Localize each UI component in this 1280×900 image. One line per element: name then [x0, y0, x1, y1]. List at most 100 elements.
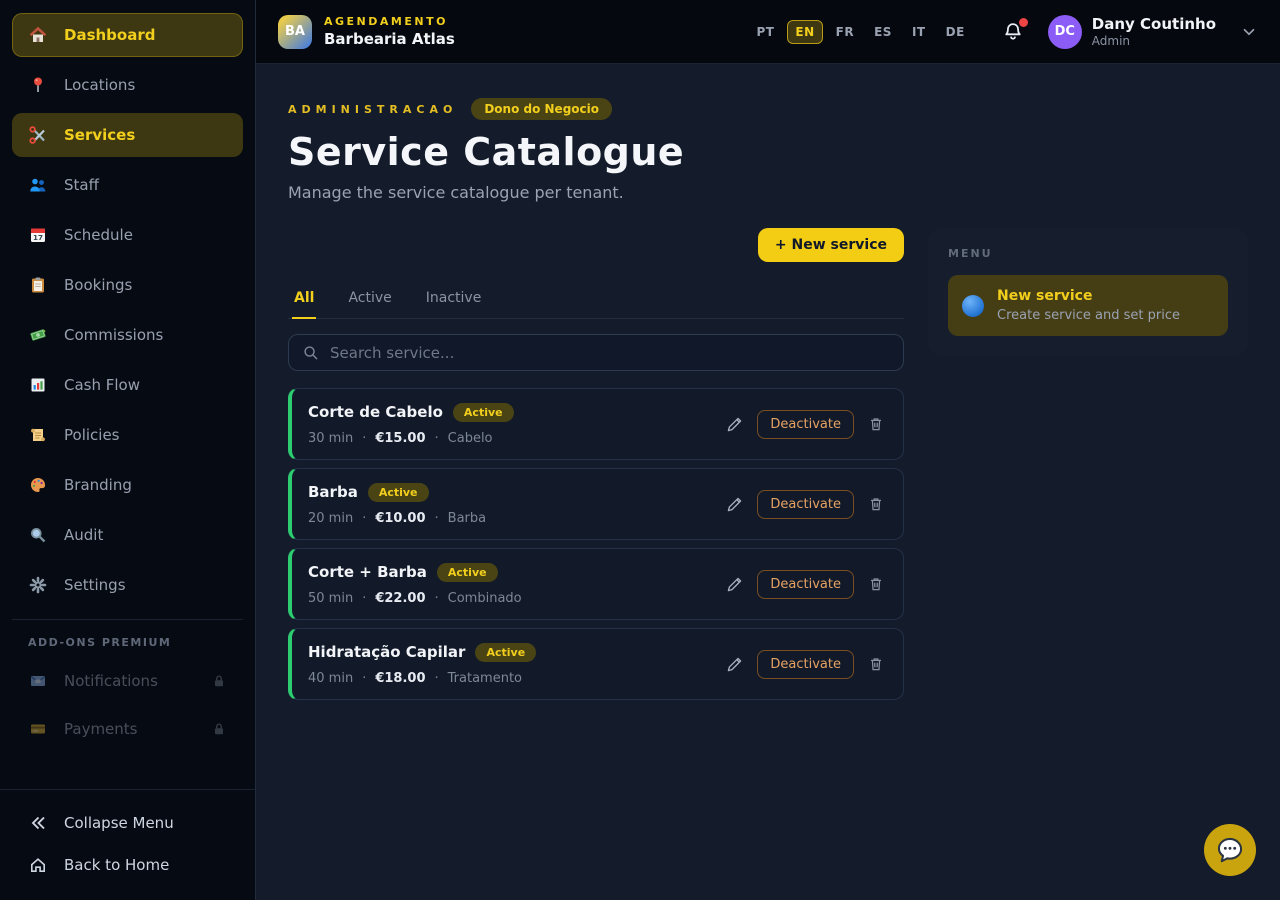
delete-button[interactable]: [865, 493, 887, 515]
delete-button[interactable]: [865, 653, 887, 675]
chat-bubble-icon: [1213, 833, 1247, 867]
search-bar: [288, 334, 904, 371]
search-icon: [302, 344, 320, 362]
email-icon: [28, 671, 48, 691]
pencil-icon: [725, 655, 744, 674]
toolbar: + New service: [288, 228, 904, 262]
gear-icon: [28, 575, 48, 595]
blue-dot-icon: [962, 295, 984, 317]
calendar-icon: 17: [28, 225, 48, 245]
avatar: DC: [1048, 15, 1082, 49]
sidebar-footer: Collapse Menu Back to Home: [0, 789, 255, 900]
lang-pt-button[interactable]: PT: [749, 20, 781, 44]
delete-button[interactable]: [865, 413, 887, 435]
lock-icon: [211, 721, 227, 737]
status-badge: Active: [368, 483, 429, 502]
deactivate-button[interactable]: Deactivate: [757, 410, 854, 439]
sidebar-item-services[interactable]: Services: [12, 113, 243, 157]
menu-new-service-item[interactable]: New service Create service and set price: [948, 275, 1228, 336]
sidebar-item-notifications[interactable]: Notifications: [12, 659, 243, 703]
service-category: Tratamento: [448, 671, 522, 686]
back-to-home-button[interactable]: Back to Home: [12, 844, 243, 886]
status-badge: Active: [437, 563, 498, 582]
lang-es-button[interactable]: ES: [867, 20, 899, 44]
owner-badge: Dono do Negocio: [471, 98, 612, 120]
service-category: Cabelo: [448, 431, 493, 446]
sidebar-item-label: Settings: [64, 576, 126, 594]
brand-logo: BA: [278, 15, 312, 49]
trash-icon: [867, 495, 885, 513]
lang-fr-button[interactable]: FR: [829, 20, 861, 44]
tab-active[interactable]: Active: [346, 281, 393, 318]
pencil-icon: [725, 575, 744, 594]
sidebar-item-label: Branding: [64, 476, 132, 494]
sidebar-item-locations[interactable]: Locations: [12, 63, 243, 107]
trash-icon: [867, 575, 885, 593]
pencil-icon: [725, 415, 744, 434]
edit-button[interactable]: [723, 413, 746, 436]
service-card: Corte de Cabelo Active 30 min · €15.00 ·…: [288, 388, 904, 460]
sidebar-item-audit[interactable]: Audit: [12, 513, 243, 557]
notifications-bell-button[interactable]: [1002, 21, 1024, 43]
service-price: €15.00: [375, 431, 425, 446]
new-service-button[interactable]: + New service: [758, 228, 904, 262]
status-tabs: All Active Inactive: [288, 281, 904, 319]
sidebar-item-bookings[interactable]: Bookings: [12, 263, 243, 307]
sidebar-item-dashboard[interactable]: Dashboard: [12, 13, 243, 57]
tenant-name: Barbearia Atlas: [324, 30, 455, 48]
user-menu[interactable]: DC Dany Coutinho Admin: [1048, 15, 1258, 49]
service-category: Barba: [448, 511, 486, 526]
service-duration: 30 min: [308, 431, 353, 446]
sidebar-item-cashflow[interactable]: Cash Flow: [12, 363, 243, 407]
sidebar-item-staff[interactable]: Staff: [12, 163, 243, 207]
deactivate-button[interactable]: Deactivate: [757, 570, 854, 599]
sidebar-item-label: Schedule: [64, 226, 133, 244]
menu-panel-title: MENU: [948, 247, 1228, 260]
menu-item-subtitle: Create service and set price: [997, 308, 1180, 323]
service-list: Corte de Cabelo Active 30 min · €15.00 ·…: [288, 388, 904, 700]
lang-en-button[interactable]: EN: [787, 20, 822, 44]
service-name: Hidratação Capilar: [308, 643, 465, 661]
sidebar-item-label: Services: [64, 126, 135, 144]
pencil-icon: [725, 495, 744, 514]
tab-inactive[interactable]: Inactive: [424, 281, 484, 318]
menu-item-title: New service: [997, 288, 1180, 304]
lock-icon: [211, 673, 227, 689]
notification-badge: [1019, 18, 1028, 27]
delete-button[interactable]: [865, 573, 887, 595]
sidebar-item-commissions[interactable]: Commissions: [12, 313, 243, 357]
edit-button[interactable]: [723, 653, 746, 676]
user-name: Dany Coutinho: [1092, 15, 1216, 33]
sidebar-item-settings[interactable]: Settings: [12, 563, 243, 607]
main-column: BA AGENDAMENTO Barbearia Atlas PT EN FR …: [256, 0, 1280, 900]
sidebar-item-label: Policies: [64, 426, 119, 444]
sidebar-item-label: Payments: [64, 720, 195, 738]
sidebar-item-payments[interactable]: Payments: [12, 707, 243, 751]
collapse-menu-button[interactable]: Collapse Menu: [12, 802, 243, 844]
deactivate-button[interactable]: Deactivate: [757, 490, 854, 519]
language-switcher: PT EN FR ES IT DE: [749, 20, 971, 44]
meta-separator: ·: [435, 511, 439, 526]
sidebar-nav: Dashboard Locations Services Staff 17 Sc…: [0, 0, 255, 613]
edit-button[interactable]: [723, 493, 746, 516]
service-duration: 20 min: [308, 511, 353, 526]
sidebar-item-schedule[interactable]: 17 Schedule: [12, 213, 243, 257]
trash-icon: [867, 655, 885, 673]
edit-button[interactable]: [723, 573, 746, 596]
addons-section-label: ADD-ONS PREMIUM: [0, 620, 255, 659]
trash-icon: [867, 415, 885, 433]
deactivate-button[interactable]: Deactivate: [757, 650, 854, 679]
service-card: Barba Active 20 min · €10.00 · Barba: [288, 468, 904, 540]
sidebar-item-policies[interactable]: Policies: [12, 413, 243, 457]
people-icon: [28, 175, 48, 195]
lang-de-button[interactable]: DE: [939, 20, 972, 44]
meta-separator: ·: [435, 671, 439, 686]
search-input[interactable]: [330, 344, 890, 362]
chat-fab-button[interactable]: [1204, 824, 1256, 876]
tab-all[interactable]: All: [292, 281, 316, 319]
service-name: Corte + Barba: [308, 563, 427, 581]
user-role: Admin: [1092, 34, 1216, 48]
svg-text:17: 17: [33, 233, 43, 242]
sidebar-item-branding[interactable]: Branding: [12, 463, 243, 507]
lang-it-button[interactable]: IT: [905, 20, 933, 44]
